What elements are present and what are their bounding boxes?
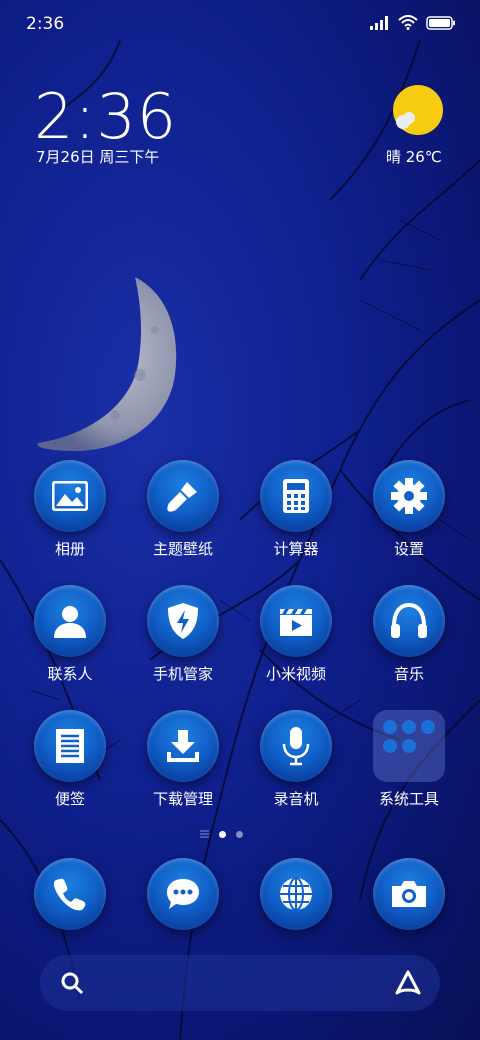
- gallery-icon: [34, 460, 106, 532]
- dock-camera[interactable]: [361, 858, 457, 930]
- microphone-icon: [260, 710, 332, 782]
- app-security[interactable]: 手机管家: [135, 585, 231, 684]
- notes-icon: [34, 710, 106, 782]
- moon-wallpaper: [37, 277, 177, 452]
- paintbrush-icon: [147, 460, 219, 532]
- app-label: 手机管家: [152, 665, 213, 683]
- app-themes[interactable]: 主题壁纸: [135, 460, 231, 559]
- headphones-icon: [373, 585, 445, 657]
- signal-icon: [370, 15, 388, 30]
- page-indicator[interactable]: [200, 830, 243, 838]
- app-label: 系统工具: [378, 790, 439, 808]
- clock-widget[interactable]: 2:36: [34, 80, 177, 153]
- app-notes[interactable]: 便签: [22, 710, 118, 809]
- app-gallery[interactable]: 相册: [22, 460, 118, 559]
- date-label: 7月26日 周三下午: [36, 148, 160, 166]
- dock-browser[interactable]: [248, 858, 344, 930]
- menu-lines-icon: [200, 830, 209, 838]
- app-downloads[interactable]: 下载管理: [135, 710, 231, 809]
- globe-icon: [260, 858, 332, 930]
- app-label: 下载管理: [152, 790, 213, 808]
- app-label: 联系人: [47, 665, 93, 683]
- page-dot-active: [219, 830, 226, 838]
- app-recorder[interactable]: 录音机: [248, 710, 344, 809]
- wifi-icon: [398, 15, 418, 30]
- app-label: 便签: [54, 790, 85, 808]
- weather-label: 晴 26℃: [386, 148, 442, 166]
- battery-icon: [426, 15, 455, 30]
- folder-icon: [373, 710, 445, 782]
- app-label: 音乐: [393, 665, 424, 683]
- search-bar[interactable]: [40, 955, 440, 1011]
- dock-messages[interactable]: [135, 858, 231, 930]
- app-settings[interactable]: 设置: [361, 460, 457, 559]
- app-video[interactable]: 小米视频: [248, 585, 344, 684]
- phone-icon: [34, 858, 106, 930]
- status-bar: 2:36: [0, 0, 480, 50]
- clapperboard-icon: [260, 585, 332, 657]
- app-label: 主题壁纸: [152, 540, 213, 558]
- search-icon[interactable]: [60, 971, 84, 995]
- calculator-icon: [260, 460, 332, 532]
- shield-icon: [147, 585, 219, 657]
- sunny-weather-icon[interactable]: [392, 84, 444, 136]
- app-label: 录音机: [273, 790, 319, 808]
- dock-phone[interactable]: [22, 858, 118, 930]
- camera-icon: [373, 858, 445, 930]
- app-label: 相册: [54, 540, 85, 558]
- app-calculator[interactable]: 计算器: [248, 460, 344, 559]
- app-label: 小米视频: [265, 665, 326, 683]
- person-icon: [34, 585, 106, 657]
- download-icon: [147, 710, 219, 782]
- folder-system-tools[interactable]: 系统工具: [361, 710, 457, 809]
- app-label: 计算器: [273, 540, 319, 558]
- messages-icon: [147, 858, 219, 930]
- page-dot: [236, 830, 243, 838]
- app-contacts[interactable]: 联系人: [22, 585, 118, 684]
- status-time: 2:36: [26, 14, 65, 34]
- assistant-icon[interactable]: [394, 969, 422, 997]
- app-label: 设置: [393, 540, 424, 558]
- app-music[interactable]: 音乐: [361, 585, 457, 684]
- gear-icon: [373, 460, 445, 532]
